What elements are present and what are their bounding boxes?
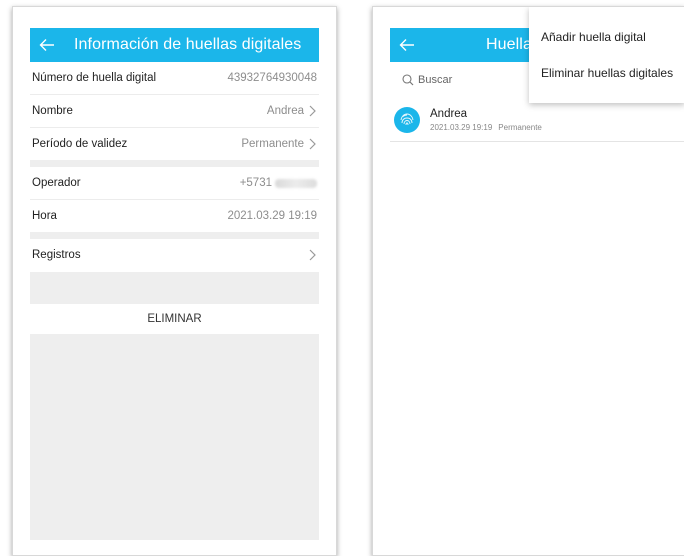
menu-item-delete-fingerprints[interactable]: Eliminar huellas digitales [529,55,684,91]
time-row: Hora 2021.03.29 19:19 [30,200,319,232]
details-list: Número de huella digital 43932764930048 … [30,62,319,271]
name-value: Andrea [266,105,304,117]
list-item[interactable]: Andrea 2021.03.29 19:19 Permanente [390,99,684,142]
section-divider [30,232,319,239]
records-row[interactable]: Registros [30,239,319,271]
empty-area [30,334,319,540]
operator-row: Operador +5731 [30,167,319,200]
row-label: Operador [32,177,81,189]
search-placeholder: Buscar [418,74,453,86]
item-validity: Permanente [498,123,542,132]
fingerprint-number-row: Número de huella digital 43932764930048 [30,62,319,95]
row-label: Hora [32,210,57,222]
item-date: 2021.03.29 19:19 [430,123,493,132]
item-meta: 2021.03.29 19:19 Permanente [430,123,542,132]
row-label: Período de validez [32,138,128,150]
time-value: 2021.03.29 19:19 [227,210,317,222]
delete-button[interactable]: ELIMINAR [30,304,319,334]
validity-row[interactable]: Período de validez Permanente [30,128,319,160]
redacted-number [275,178,317,188]
row-label: Nombre [32,105,73,117]
search-field[interactable]: Buscar [390,69,542,91]
search-icon [402,74,414,86]
page-title: Huella [486,36,532,53]
chevron-right-icon [309,249,316,261]
fingerprint-list-screen: Huella Buscar Andrea 2021.03.29 19:19 Per… [372,6,684,556]
fingerprint-number-value: 43932764930048 [227,72,317,84]
section-divider [30,160,319,167]
page-title: Información de huellas digitales [74,36,302,53]
chevron-right-icon [309,105,316,117]
fingerprint-icon [394,107,420,133]
menu-item-add-fingerprint[interactable]: Añadir huella digital [529,19,684,55]
spacer-block [30,272,319,304]
overflow-menu: Añadir huella digital Eliminar huellas d… [529,7,684,103]
item-name: Andrea [430,108,468,120]
app-bar: Información de huellas digitales [30,28,319,62]
chevron-right-icon [309,138,316,150]
name-row[interactable]: Nombre Andrea [30,95,319,128]
back-arrow-icon[interactable] [30,28,64,62]
operator-value: +5731 [239,177,272,189]
back-arrow-icon[interactable] [390,28,424,62]
row-label: Número de huella digital [32,72,157,84]
fingerprint-info-screen: Información de huellas digitales Número … [12,6,337,556]
validity-value: Permanente [241,138,304,150]
row-label: Registros [32,249,81,261]
